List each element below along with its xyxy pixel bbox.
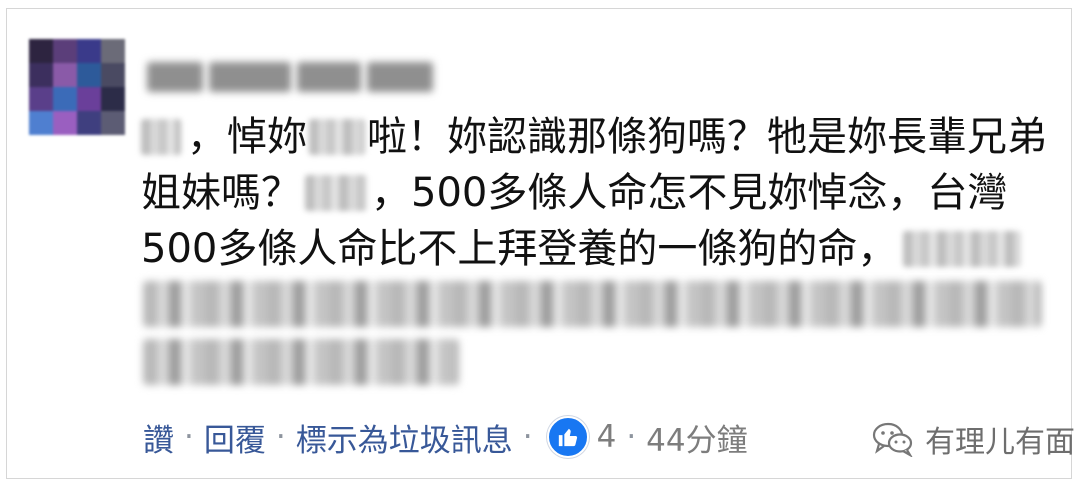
redacted-text xyxy=(143,339,459,385)
commenter-name-redacted[interactable] xyxy=(147,53,439,101)
comment-text: ，悼妳 啦！妳認識那條狗嗎？牠是妳長輩兄弟 姐妹嗎？ ，500多條人命怎不見妳悼… xyxy=(141,109,1071,277)
reaction-count[interactable]: 4 xyxy=(597,419,617,455)
comment-fragment: 500多條人命比不上拜登養的一條狗的命， xyxy=(141,226,898,272)
watermark-text: 有理儿有面 xyxy=(925,425,1075,460)
comment-line-3: 500多條人命比不上拜登養的一條狗的命， xyxy=(141,221,1071,277)
comment-fragment: ，500多條人命怎不見妳悼念，台灣 xyxy=(371,170,1008,216)
separator: · xyxy=(522,419,533,455)
comment-fragment: 姐妹嗎？ xyxy=(141,170,301,216)
separator: · xyxy=(275,419,286,455)
separator: · xyxy=(626,419,637,455)
redacted-text xyxy=(143,281,1041,327)
comment-card: ，悼妳 啦！妳認識那條狗嗎？牠是妳長輩兄弟 姐妹嗎？ ，500多條人命怎不見妳悼… xyxy=(6,8,1075,479)
separator: · xyxy=(184,419,194,455)
timestamp[interactable]: 44分鐘 xyxy=(646,415,747,460)
avatar[interactable] xyxy=(29,39,125,135)
redacted-text xyxy=(141,119,181,155)
comment-fragment: 啦！妳認識那條狗嗎？牠是妳長輩兄弟 xyxy=(367,114,1047,160)
comment-fragment: ，悼妳 xyxy=(187,114,307,160)
like-link[interactable]: 讚 xyxy=(143,415,174,460)
comment-actions: 讚 · 回覆 · 標示為垃圾訊息 · 4 · 44分鐘 xyxy=(143,409,748,465)
reply-link[interactable]: 回覆 xyxy=(204,415,266,460)
redacted-text xyxy=(903,231,1022,267)
thumbs-up-icon[interactable] xyxy=(546,416,589,458)
comment-line-2: 姐妹嗎？ ，500多條人命怎不見妳悼念，台灣 xyxy=(141,165,1071,221)
mark-as-spam-link[interactable]: 標示為垃圾訊息 xyxy=(296,415,513,460)
watermark: 有理儿有面 xyxy=(871,411,1075,467)
redacted-text xyxy=(309,119,365,155)
redacted-text xyxy=(305,175,367,211)
comment-line-1: ，悼妳 啦！妳認識那條狗嗎？牠是妳長輩兄弟 xyxy=(141,109,1071,165)
wechat-icon xyxy=(872,422,913,457)
